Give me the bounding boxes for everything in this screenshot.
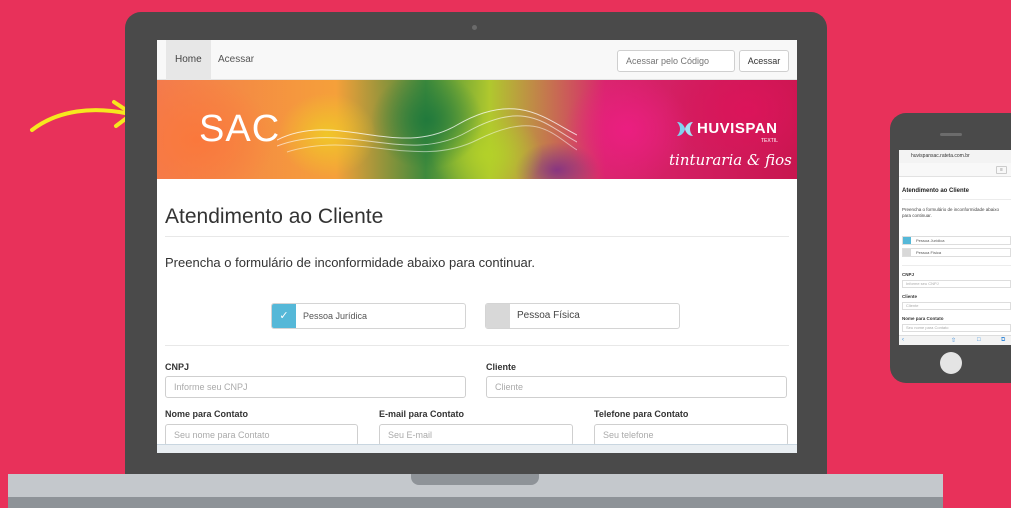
phone-pessoa-juridica-label: Pessoa Jurídica (916, 238, 945, 243)
phone-divider (902, 199, 1011, 200)
laptop-notch (411, 474, 539, 485)
nome-contato-input[interactable] (165, 424, 358, 446)
laptop-camera (472, 25, 477, 30)
banner-brand-sub: TEXTIL (761, 138, 778, 144)
bookmarks-icon[interactable]: □ (977, 337, 981, 343)
nav-home-link[interactable]: Home (166, 40, 211, 80)
banner-brand-name: HUVISPAN (697, 120, 778, 137)
phone-home-button[interactable] (940, 352, 962, 374)
divider (165, 236, 789, 237)
phone-check-icon (903, 237, 911, 244)
page-title: Atendimento ao Cliente (165, 205, 384, 228)
check-icon: ✓ (272, 304, 296, 328)
phone-pessoa-fisica-toggle[interactable]: Pessoa Física (902, 248, 1011, 257)
phone-page-subtitle: Preencha o formulário de inconformidade … (902, 207, 1000, 218)
share-icon[interactable]: ⇧ (951, 337, 956, 344)
banner-tagline: tinturaria & fios (669, 151, 792, 169)
top-navbar: Home Acessar Acessar (157, 40, 797, 80)
pessoa-juridica-label: Pessoa Jurídica (303, 311, 368, 321)
divider (165, 345, 789, 346)
phone-divider (902, 265, 1011, 266)
phone-pessoa-juridica-toggle[interactable]: Pessoa Jurídica (902, 236, 1011, 245)
sac-banner: SAC HUVISPAN TEXTIL tinturaria & fios (157, 80, 797, 179)
email-contato-label: E-mail para Contato (379, 409, 465, 419)
phone-nome-label: Nome para Contato (902, 316, 944, 321)
cliente-label: Cliente (486, 362, 517, 372)
phone-unchecked-box-icon (903, 249, 911, 256)
banner-swirl-lines (277, 108, 577, 153)
cliente-input[interactable] (486, 376, 787, 398)
phone-url-bar[interactable]: huvispansac.rateta.com.br (899, 150, 1011, 163)
phone-screen: huvispansac.rateta.com.br ≡ Atendimento … (899, 150, 1011, 345)
telefone-contato-label: Telefone para Contato (594, 409, 689, 419)
nav-acessar-link[interactable]: Acessar (209, 40, 263, 80)
laptop-screen: Home Acessar Acessar SAC HUVISPAN TEXTIL… (157, 40, 797, 453)
phone-browser-toolbar: ‹ ⇧ □ ⧉ (899, 335, 1011, 345)
phone-cnpj-input[interactable]: Informe seu CNPJ (902, 280, 1011, 288)
cnpj-label: CNPJ (165, 362, 190, 372)
pessoa-fisica-toggle[interactable]: Pessoa Física (485, 303, 680, 329)
pessoa-juridica-toggle[interactable]: ✓ Pessoa Jurídica (271, 303, 466, 329)
phone-navbar: ≡ (899, 163, 1011, 177)
phone-cnpj-label: CNPJ (902, 272, 915, 277)
back-icon[interactable]: ‹ (902, 337, 904, 343)
acessar-button[interactable]: Acessar (739, 50, 789, 72)
laptop-base-edge (8, 497, 943, 508)
unchecked-box-icon (486, 304, 510, 328)
access-code-input[interactable] (617, 50, 735, 72)
huvispan-logo-icon (677, 122, 693, 136)
pessoa-fisica-label: Pessoa Física (517, 310, 580, 321)
phone-cliente-input[interactable]: Cliente (902, 302, 1011, 310)
telefone-contato-input[interactable] (594, 424, 788, 446)
tabs-icon[interactable]: ⧉ (1001, 337, 1005, 344)
email-contato-input[interactable] (379, 424, 573, 446)
page-subtitle: Preencha o formulário de inconformidade … (165, 255, 536, 270)
phone-pessoa-fisica-label: Pessoa Física (916, 250, 942, 255)
phone-cliente-label: Cliente (902, 294, 918, 299)
phone-speaker (940, 133, 962, 136)
phone-page-title: Atendimento ao Cliente (902, 188, 970, 194)
nome-contato-label: Nome para Contato (165, 409, 249, 419)
phone-url-text: huvispansac.rateta.com.br (911, 153, 970, 159)
screen-bottom-bar (157, 444, 797, 453)
banner-sac-text: SAC (199, 108, 281, 150)
hamburger-menu-icon[interactable]: ≡ (996, 166, 1007, 174)
phone-nome-input[interactable]: Seu nome para Contato (902, 324, 1011, 332)
cnpj-input[interactable] (165, 376, 466, 398)
